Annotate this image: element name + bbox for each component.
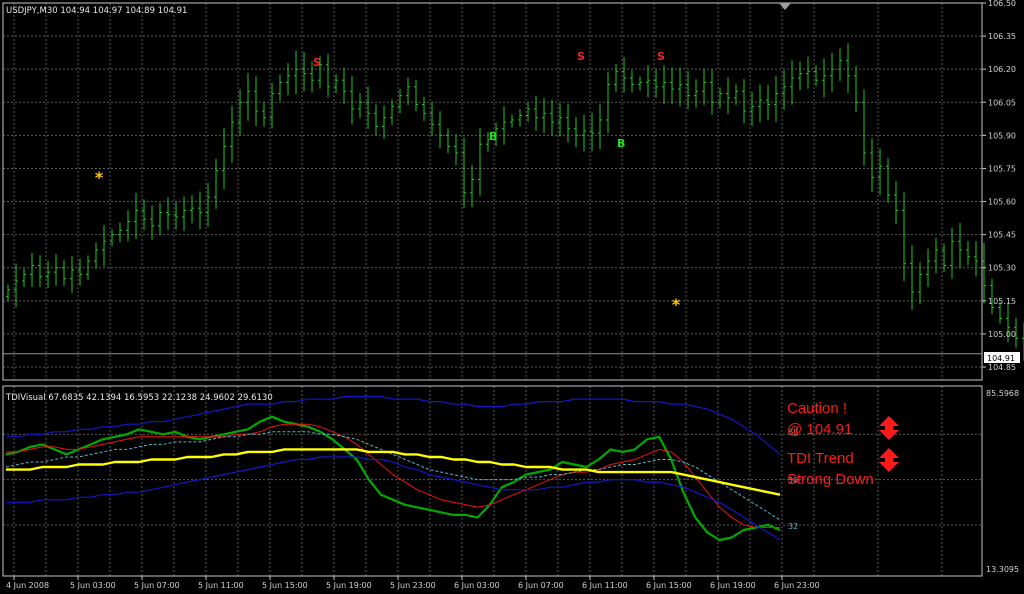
x-tick-label: 5 Jun 07:00 [134,581,180,590]
indicator-lines [5,395,781,542]
y-tick-label: 105.60 [988,198,1016,207]
sell-signal-mark: S [657,50,665,63]
x-tick-label: 6 Jun 19:00 [710,581,756,590]
y-tick-label: 105.90 [988,131,1016,140]
x-tick-label: 6 Jun 07:00 [518,581,564,590]
y-tick-label: 106.50 [988,0,1016,8]
level-label-32: 32 [788,522,798,531]
tdi-lower-band [6,456,781,541]
y-tick-label: 105.15 [988,297,1016,306]
up-down-arrow-icon [879,448,899,472]
indicator-scale-bottom: 13.3095 [986,565,1019,574]
price-panel-frame [2,2,983,381]
y-tick-label: 106.35 [988,32,1016,41]
buy-signal-mark: B [617,137,625,150]
y-tick-label: 105.30 [988,264,1016,273]
star-icon: * [95,168,104,187]
x-tick-label: 6 Jun 15:00 [646,581,692,590]
y-tick-label: 105.75 [988,164,1016,173]
x-tick-label: 5 Jun 15:00 [262,581,308,590]
star-icon: * [672,295,681,314]
x-tick-label: 5 Jun 19:00 [326,581,372,590]
price-marks: S S S B B * * [95,50,681,314]
price-grid [3,2,982,380]
y-tick-label: 106.20 [988,65,1016,74]
ohlc-bars [6,43,1024,361]
chart-canvas: S S SBB** 106.50106.35106.20106.05105.9010… [2,0,1024,590]
x-tick-label: 6 Jun 03:00 [454,581,500,590]
axis-labels: 106.50 106.35 106.20 106.05 105.90 105.75 105.… [6,0,1016,590]
buy-signal-mark: B [489,130,497,143]
indicator-panel-title: TDIVisual 67.6835 42.1394 16.5953 22.123… [5,393,273,403]
price-panel-title: USDJPY,M30 104.94 104.97 104.89 104.91 [6,6,187,16]
y-tick-label: 104.85 [988,363,1016,372]
note-caution: Caution ! [787,400,847,417]
x-tick-label: 6 Jun 11:00 [582,581,628,590]
x-tick-label: 4 Jun 2008 [6,581,49,590]
y-tick-label: 105.00 [988,330,1016,339]
note-price: @ 104.91 [787,421,852,438]
indicator-scale-top: 85.5968 [986,389,1019,398]
shift-marker-icon [779,3,791,10]
sell-signal-mark: S [313,56,321,69]
note-direction: Strong Down [787,471,874,488]
x-tick-label: 5 Jun 23:00 [390,581,436,590]
tdi-price-line [5,415,781,542]
tdi-market-base-line [6,448,781,496]
y-tick-label: 106.05 [988,98,1016,107]
sell-signal-mark: S [577,50,585,63]
x-tick-label: 5 Jun 03:00 [70,581,116,590]
current-price-label: 104.91 [987,354,1015,363]
note-trend: TDI Trend [787,450,854,467]
y-tick-label: 105.45 [988,231,1016,240]
x-tick-label: 6 Jun 23:00 [774,581,820,590]
x-tick-label: 5 Jun 11:00 [198,581,244,590]
up-down-arrow-icon [879,416,899,440]
tdi-signal-line [6,423,780,528]
